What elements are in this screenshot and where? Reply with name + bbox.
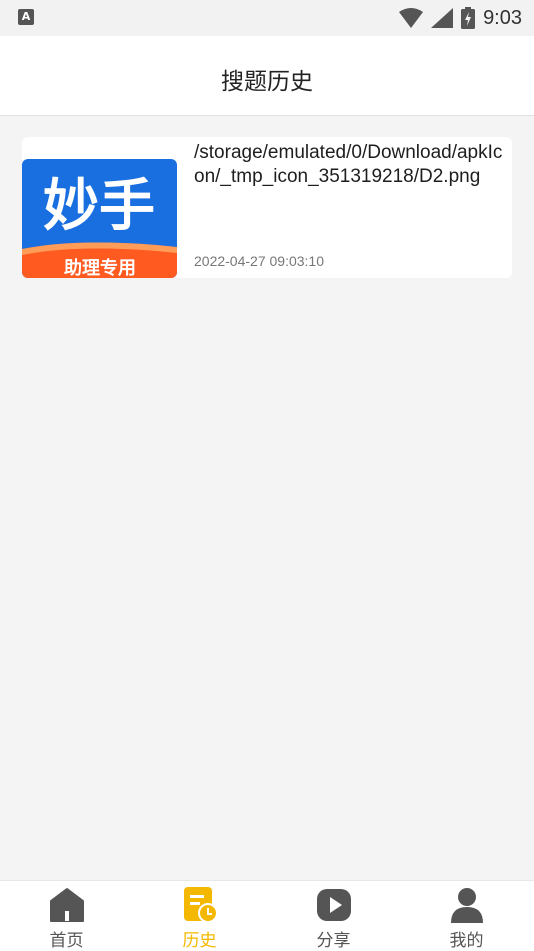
nav-history[interactable]: 历史 xyxy=(133,881,266,951)
status-bar: A 9:03 xyxy=(0,0,534,36)
thumbnail-banner-text: 助理专用 xyxy=(64,257,136,278)
history-item-timestamp: 2022-04-27 09:03:10 xyxy=(194,253,324,269)
nav-history-label: 历史 xyxy=(182,931,217,951)
battery-icon xyxy=(461,7,476,29)
nav-share[interactable]: 分享 xyxy=(267,881,400,951)
nav-mine[interactable]: 我的 xyxy=(400,881,533,951)
nav-mine-label: 我的 xyxy=(449,931,484,951)
wifi-icon xyxy=(399,8,424,28)
nav-home[interactable]: 首页 xyxy=(0,881,133,951)
app-thumbnail: 妙手 助理专用 xyxy=(22,159,177,278)
bottom-nav: 首页 历史 分享 我的 xyxy=(0,880,534,951)
nav-home-label: 首页 xyxy=(49,931,84,951)
play-icon xyxy=(316,889,351,921)
cellular-signal-icon xyxy=(431,8,454,28)
history-item[interactable]: 妙手 助理专用 /storage/emulated/0/Download/apk… xyxy=(22,137,512,278)
history-icon xyxy=(183,887,218,923)
nav-share-label: 分享 xyxy=(316,931,351,951)
status-right: 9:03 xyxy=(399,6,522,30)
thumbnail-logo-text: 妙手 xyxy=(43,174,155,239)
status-time: 9:03 xyxy=(483,6,522,29)
notification-icon: A xyxy=(18,9,34,25)
home-icon xyxy=(49,888,84,922)
history-item-path: /storage/emulated/0/Download/apkIcon/_tm… xyxy=(194,142,503,187)
user-icon xyxy=(450,888,483,923)
header: 搜题历史 xyxy=(0,36,534,116)
page-title: 搜题历史 xyxy=(221,69,313,95)
